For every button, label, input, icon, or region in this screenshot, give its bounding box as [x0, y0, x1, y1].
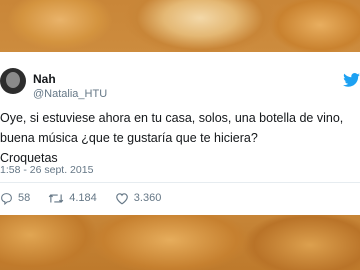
tweet-line: Oye, si estuviese ahora en tu casa, solo… — [0, 111, 344, 125]
heart-icon — [115, 192, 128, 204]
like-count: 3.360 — [133, 192, 162, 204]
display-name[interactable]: Nah — [33, 72, 56, 86]
twitter-bird-icon — [343, 73, 360, 87]
tweet-text: Oye, si estuviese ahora en tu casa, solo… — [0, 108, 360, 168]
avatar[interactable] — [0, 68, 26, 94]
reply-button[interactable]: 58 — [0, 192, 30, 205]
tweet-line: buena música ¿que te gustaría que te hic… — [0, 131, 258, 145]
tweet-timestamp[interactable]: 1:58 - 26 sept. 2015 — [0, 164, 93, 176]
tweet-actions: 58 4.184 3.360 — [0, 190, 161, 206]
like-button[interactable]: 3.360 — [115, 192, 162, 205]
divider — [0, 182, 360, 183]
reply-icon — [1, 192, 12, 205]
reply-count: 58 — [18, 192, 31, 204]
user-handle[interactable]: @Natalia_HTU — [33, 88, 107, 100]
retweet-count: 4.184 — [69, 192, 97, 204]
retweet-icon — [48, 193, 64, 203]
retweet-button[interactable]: 4.184 — [48, 192, 97, 205]
